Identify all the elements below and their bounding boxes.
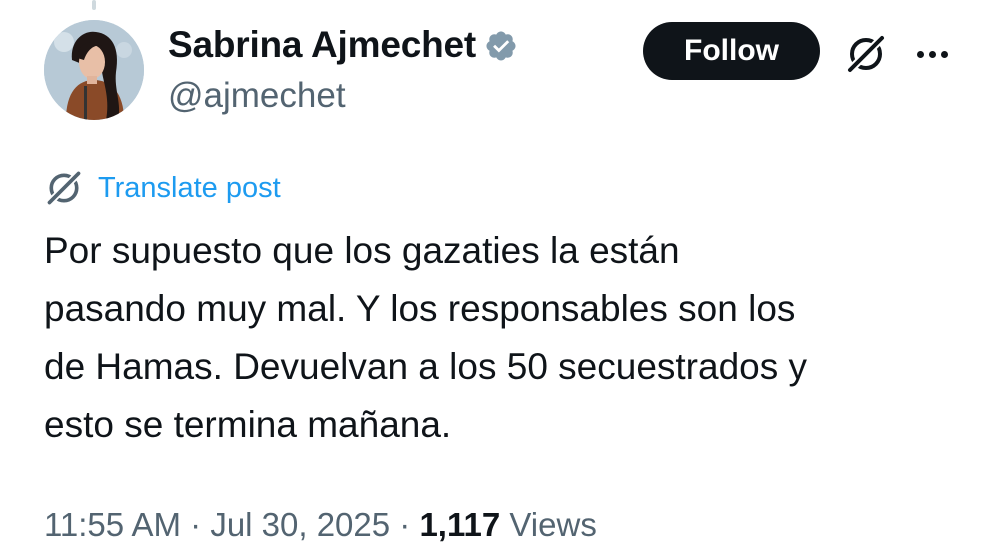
avatar-image [44, 20, 144, 120]
post-text-line: pasando muy mal. Y los responsables son … [44, 288, 796, 329]
thread-connector-line [92, 0, 96, 10]
meta-separator: · [390, 506, 420, 543]
post-header: Sabrina Ajmechet @ajmechet Follow [44, 20, 964, 130]
post-text-line: esto se termina mañana. [44, 404, 452, 445]
avatar[interactable] [44, 20, 144, 120]
author-name-row: Sabrina Ajmechet [168, 24, 518, 66]
author-handle[interactable]: @ajmechet [168, 76, 346, 116]
post-text-line: Por supuesto que los gazaties la están [44, 230, 680, 271]
more-icon-dot [940, 50, 948, 58]
views-count[interactable]: 1,117 [419, 506, 500, 543]
views-label: Views [500, 506, 597, 543]
translate-post-link[interactable]: Translate post [44, 168, 281, 208]
author-display-name[interactable]: Sabrina Ajmechet [168, 24, 476, 66]
grok-icon [46, 170, 82, 206]
post-date[interactable]: Jul 30, 2025 [210, 506, 390, 543]
post-time[interactable]: 11:55 AM [44, 506, 181, 543]
more-icon [916, 50, 924, 58]
more-icon-dot [928, 50, 936, 58]
follow-button[interactable]: Follow [643, 22, 820, 80]
post-text: Por supuesto que los gazaties la están p… [44, 222, 964, 454]
more-options-button[interactable] [910, 34, 954, 74]
translate-post-label: Translate post [98, 171, 281, 204]
meta-separator: · [180, 506, 211, 543]
post-text-line: de Hamas. Devuelvan a los 50 secuestrado… [44, 346, 808, 387]
post-metadata: 11:55 AM · Jul 30, 2025 · 1,117 Views [44, 506, 597, 544]
grok-icon[interactable] [844, 32, 888, 76]
verified-badge-icon [486, 31, 516, 61]
